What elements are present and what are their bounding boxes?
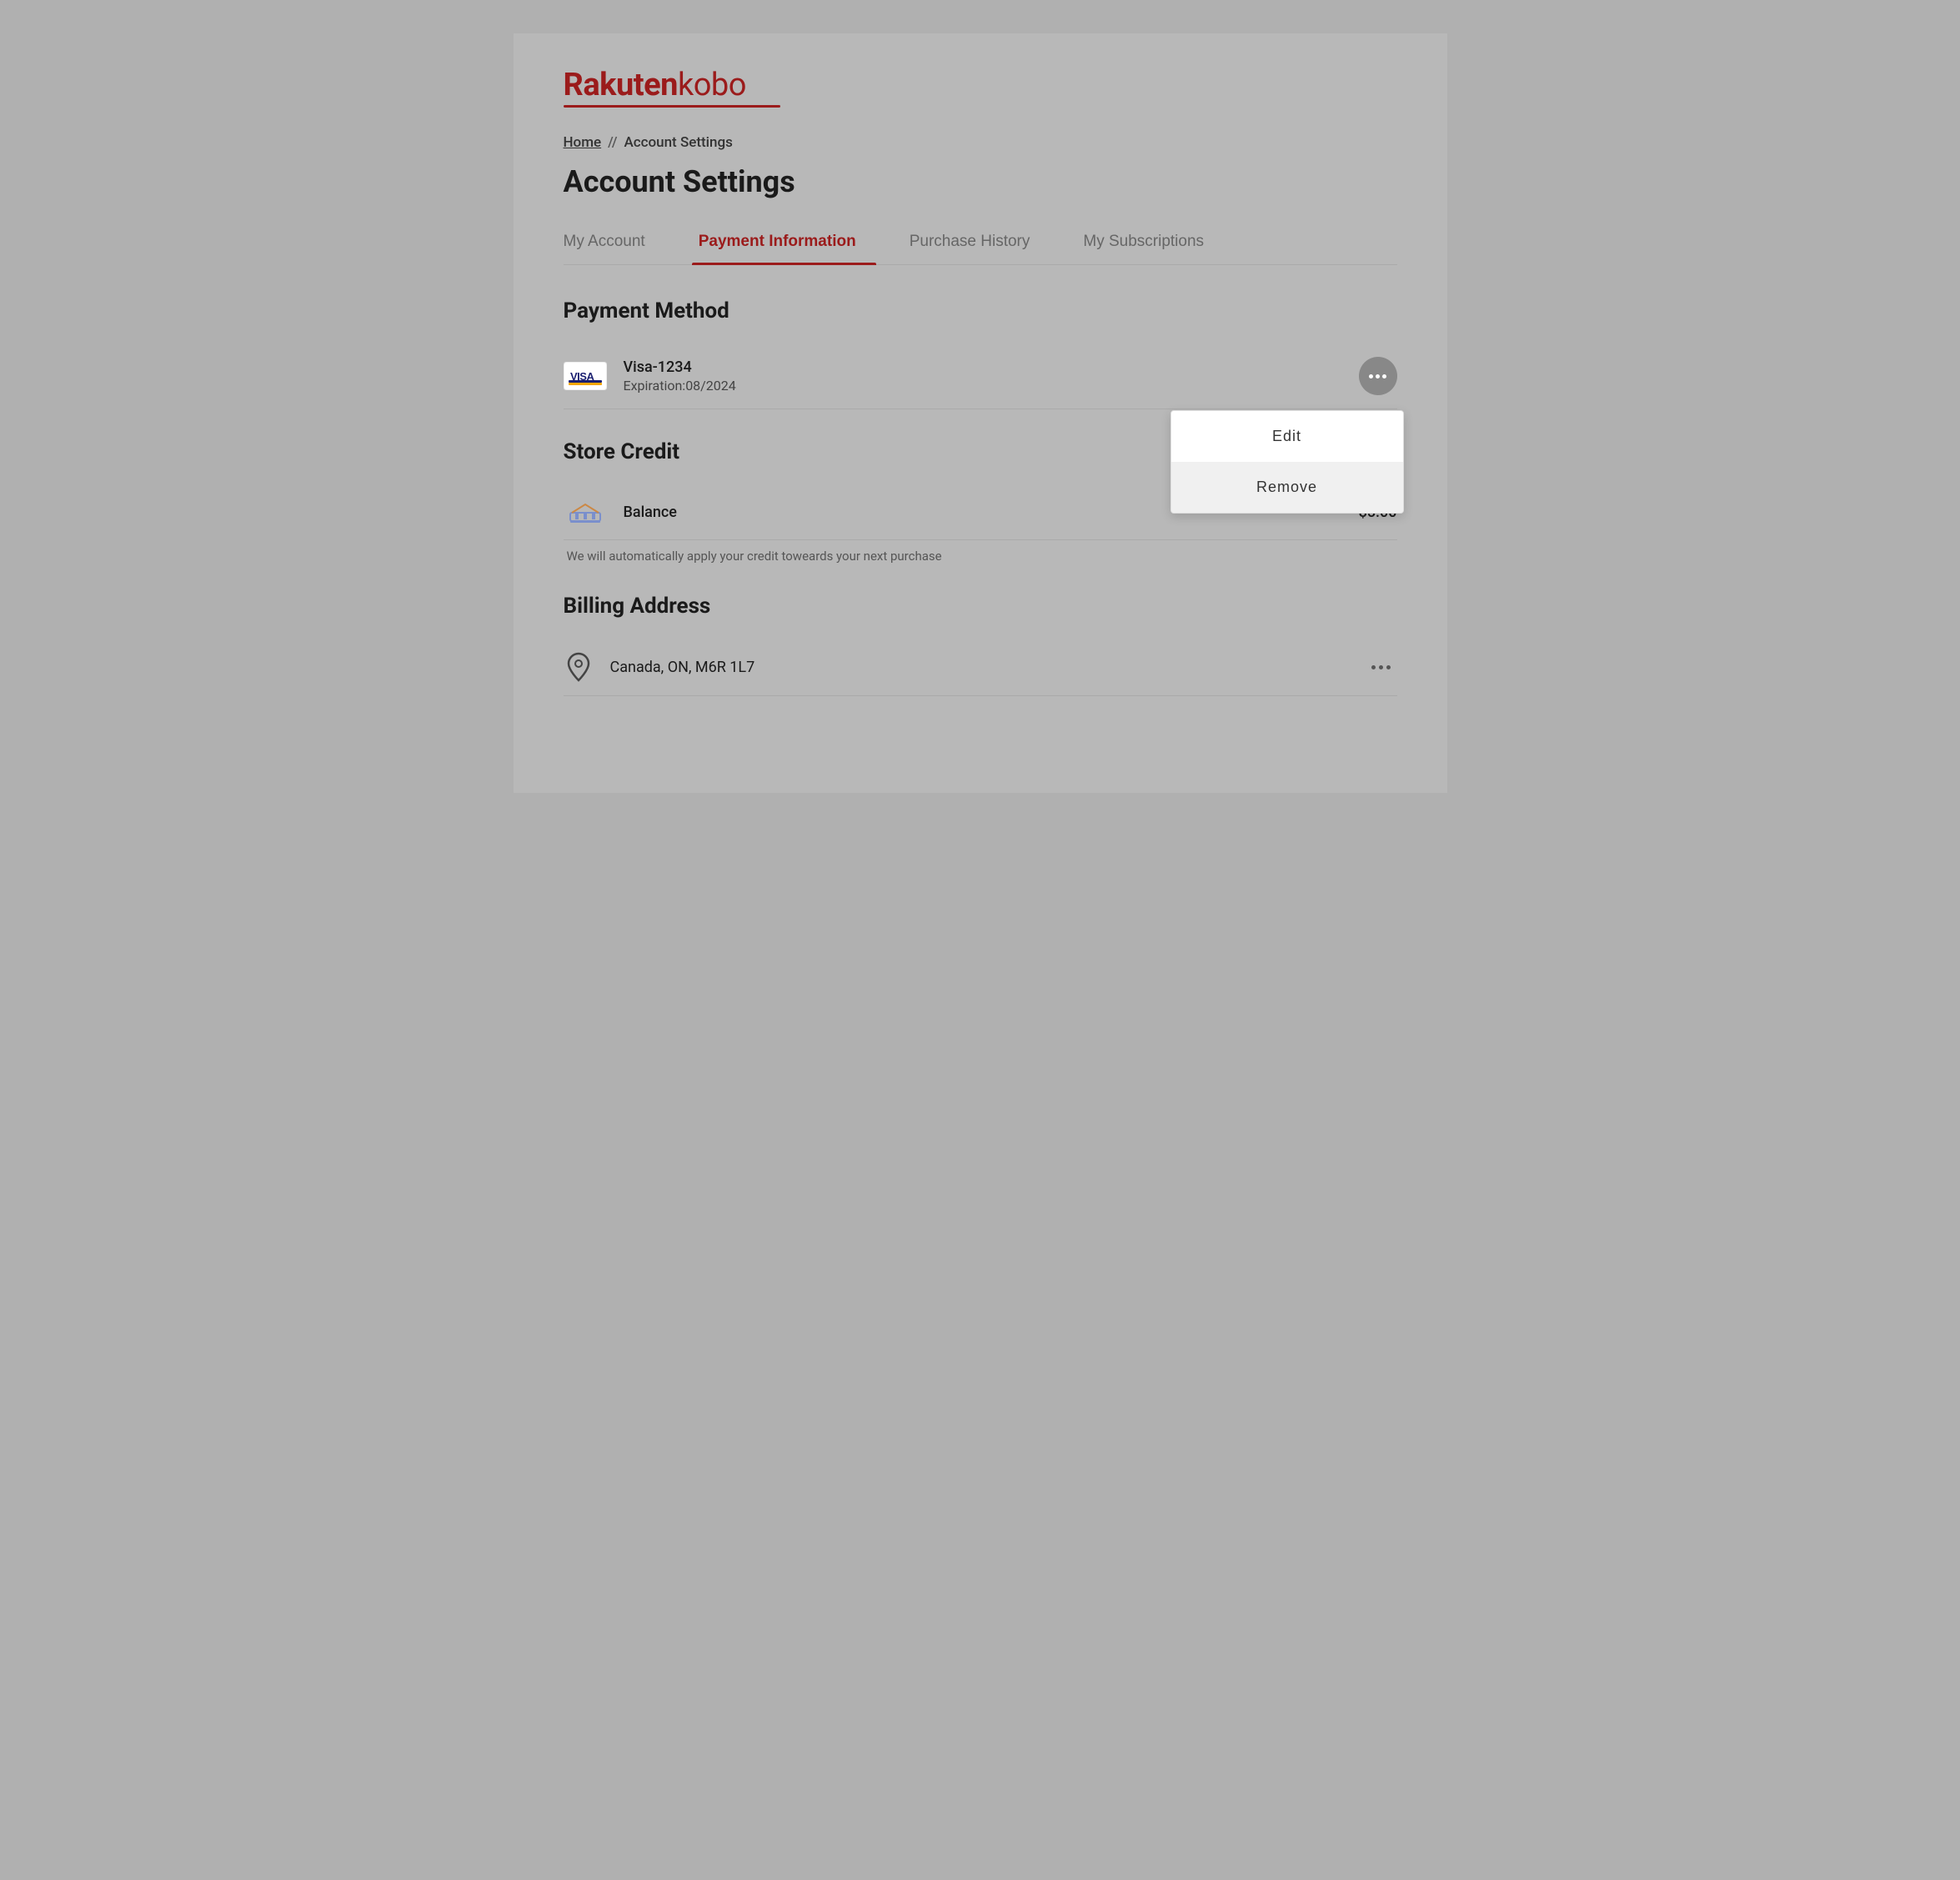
addr-dot-3 <box>1386 665 1391 669</box>
logo: Rakutenkobo <box>564 67 1397 108</box>
addr-dot-2 <box>1379 665 1383 669</box>
payment-method-title: Payment Method <box>564 298 1397 323</box>
location-icon <box>564 652 594 682</box>
tabs: My Account Payment Information Purchase … <box>564 223 1397 265</box>
card-info: Visa-1234 Expiration:08/2024 <box>624 358 1359 394</box>
tab-payment-information[interactable]: Payment Information <box>692 223 876 264</box>
payment-method-section: Payment Method VISA Visa-1234 Expiration… <box>564 298 1397 409</box>
logo-text: Rakutenkobo <box>564 67 1397 103</box>
more-dots-icon <box>1369 374 1386 379</box>
addr-dot-1 <box>1371 665 1376 669</box>
address-row: Canada, ON, M6R 1L7 <box>564 639 1397 696</box>
page-container: Rakutenkobo Home // Account Settings Acc… <box>514 33 1447 793</box>
card-row: VISA Visa-1234 Expiration:08/2024 <box>564 343 1397 409</box>
breadcrumb: Home // Account Settings <box>564 134 1397 151</box>
card-name: Visa-1234 <box>624 358 1359 376</box>
dot-2 <box>1376 374 1380 379</box>
card-dropdown-menu: Edit Remove <box>1170 410 1404 514</box>
dot-1 <box>1369 374 1373 379</box>
dropdown-edit[interactable]: Edit <box>1171 411 1403 462</box>
breadcrumb-separator: // <box>608 134 617 151</box>
card-expiry-label: Expiration: <box>624 378 686 394</box>
breadcrumb-home[interactable]: Home <box>564 134 602 151</box>
credit-note: We will automatically apply your credit … <box>564 549 1397 564</box>
dot-3 <box>1382 374 1386 379</box>
breadcrumb-current: Account Settings <box>624 134 732 151</box>
address-more-button[interactable] <box>1365 659 1397 676</box>
card-expiry-value: 08/2024 <box>685 378 736 394</box>
billing-address-section: Billing Address Canada, ON, M6R 1L7 <box>564 594 1397 696</box>
logo-underline <box>564 105 780 108</box>
logo-kobo: kobo <box>678 67 746 103</box>
tab-purchase-history[interactable]: Purchase History <box>903 223 1050 264</box>
billing-address-title: Billing Address <box>564 594 1397 619</box>
dropdown-remove[interactable]: Remove <box>1171 462 1403 513</box>
balance-icon <box>564 498 607 526</box>
tab-my-account[interactable]: My Account <box>564 223 665 264</box>
page-title: Account Settings <box>564 164 1397 199</box>
tab-my-subscriptions[interactable]: My Subscriptions <box>1076 223 1224 264</box>
visa-icon: VISA <box>564 362 607 390</box>
logo-rakuten: Rakuten <box>564 67 678 103</box>
address-text: Canada, ON, M6R 1L7 <box>610 659 1365 676</box>
card-expiry: Expiration:08/2024 <box>624 378 1359 394</box>
card-more-button[interactable]: Edit Remove <box>1359 357 1397 395</box>
